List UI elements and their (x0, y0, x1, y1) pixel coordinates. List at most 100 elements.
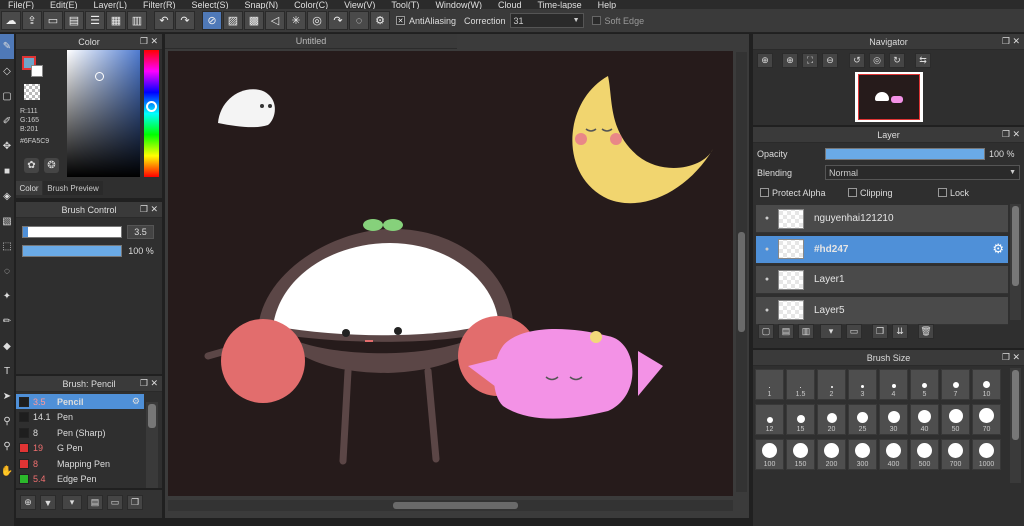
brush-size-preset[interactable]: 4 (879, 369, 908, 400)
brush-size-preset[interactable]: 300 (848, 439, 877, 470)
brush-size-preset[interactable]: 200 (817, 439, 846, 470)
pen-tool-icon[interactable]: ✎ (0, 34, 14, 59)
menu-item[interactable]: Cloud (490, 1, 530, 10)
brush-size-preset[interactable]: 20 (817, 404, 846, 435)
folder-icon[interactable]: ▭ (43, 11, 63, 30)
settings-panel-icon[interactable]: ▥ (127, 11, 147, 30)
brush-size-preset[interactable]: 30 (879, 404, 908, 435)
brush-size-scrollbar[interactable] (1010, 368, 1021, 483)
new-layer-icon[interactable]: ▢ (758, 324, 774, 339)
menu-item[interactable]: Window(W) (427, 1, 490, 10)
brush-size-preset[interactable]: 25 (848, 404, 877, 435)
panel-close-icon[interactable]: ❐ ✕ (140, 204, 158, 215)
rotate-right-icon[interactable]: ↻ (889, 53, 905, 68)
brush-size-preset[interactable]: 70 (972, 404, 1001, 435)
layer-row[interactable]: ● Layer5 (756, 296, 1008, 325)
brush-settings-icon[interactable]: ⚙ (132, 396, 140, 407)
brush-list-item[interactable]: 3.5 Pencil ⚙ (16, 394, 144, 409)
zoom-out-icon[interactable]: ⊖ (822, 53, 838, 68)
canvas-tab[interactable]: Untitled (165, 34, 457, 49)
panel-close-icon[interactable]: ❐ ✕ (140, 378, 158, 389)
snap-curve-icon[interactable]: ↷ (328, 11, 348, 30)
redo-icon[interactable]: ↷ (175, 11, 195, 30)
brush-size-value[interactable]: 3.5 (127, 225, 154, 239)
select-pen-icon[interactable]: ✏ (0, 309, 14, 334)
sub-color-swatch[interactable] (31, 65, 43, 77)
merge-layer-icon[interactable]: ⇊ (892, 324, 908, 339)
brush-size-preset[interactable]: 7 (941, 369, 970, 400)
brush-size-preset[interactable]: 3 (848, 369, 877, 400)
snap-ellipse-icon[interactable]: ◌ (349, 11, 369, 30)
menu-item[interactable]: Help (590, 1, 625, 10)
layer-list-scrollbar[interactable] (1010, 204, 1021, 320)
brush-list-item[interactable]: 19 G Pen (16, 441, 144, 456)
brush-list-item[interactable]: 14.1 Pen (16, 410, 144, 425)
layer-settings-icon[interactable]: ⚙ (992, 241, 1004, 257)
brush-size-preset[interactable]: 2 (817, 369, 846, 400)
layer-menu-icon[interactable]: ▾ (820, 324, 842, 339)
layer-visibility-icon[interactable]: ● (756, 307, 778, 314)
rotate-left-icon[interactable]: ↺ (849, 53, 865, 68)
menu-item[interactable]: Snap(N) (237, 1, 287, 10)
brush-group-icon[interactable]: ▭ (107, 495, 123, 510)
canvas-vertical-scrollbar[interactable] (736, 52, 747, 492)
color-mix-icon[interactable]: ❂ (44, 158, 59, 173)
lasso-rect-icon[interactable]: ⬚ (0, 234, 14, 259)
menu-item[interactable]: File(F) (0, 1, 42, 10)
menu-item[interactable]: Tool(T) (383, 1, 427, 10)
brush-size-preset[interactable]: 150 (786, 439, 815, 470)
zoom-in-icon[interactable]: ⊕ (757, 53, 773, 68)
fill-rect-icon[interactable]: ■ (0, 159, 14, 184)
save-icon[interactable]: ⇪ (22, 11, 42, 30)
new-1bit-layer-icon[interactable]: ▥ (798, 324, 814, 339)
select-eraser-icon[interactable]: ◆ (0, 334, 14, 359)
layer-row[interactable]: ● #hd247 ⚙ (756, 235, 1008, 264)
panel-close-icon[interactable]: ❐ ✕ (1002, 129, 1020, 140)
transparent-swatch[interactable] (24, 84, 40, 100)
panel-close-icon[interactable]: ❐ ✕ (140, 36, 158, 47)
layer-visibility-icon[interactable]: ● (756, 215, 778, 222)
antialiasing-checkbox[interactable]: ✕ (396, 16, 405, 25)
menu-item[interactable]: Select(S) (184, 1, 237, 10)
flip-icon[interactable]: ⇆ (915, 53, 931, 68)
brush-size-preset[interactable]: 700 (941, 439, 970, 470)
eraser-tool-icon[interactable]: ◇ (0, 59, 14, 84)
canvas-horizontal-scrollbar[interactable] (168, 500, 733, 511)
gradient-icon[interactable]: ▧ (0, 209, 14, 234)
brush-size-preset[interactable]: 100 (755, 439, 784, 470)
protect-alpha-checkbox[interactable] (760, 188, 769, 197)
brush-size-preset[interactable]: 1000 (972, 439, 1001, 470)
blending-select[interactable]: Normal ▼ (825, 165, 1020, 180)
menu-item[interactable]: Time-lapse (529, 1, 589, 10)
layer-opacity-slider[interactable] (825, 148, 985, 160)
undo-icon[interactable]: ↶ (154, 11, 174, 30)
brush-size-preset[interactable]: 12 (755, 404, 784, 435)
hue-slider[interactable] (144, 50, 159, 177)
new-halftone-layer-icon[interactable]: ▤ (778, 324, 794, 339)
rotate-reset-icon[interactable]: ◎ (869, 53, 885, 68)
layer-row[interactable]: ● nguyenhai121210 (756, 205, 1008, 233)
brush-list-item[interactable]: 5.4 Edge Pen (16, 472, 144, 487)
brush-size-preset[interactable]: 1 (755, 369, 784, 400)
brush-doc-icon[interactable]: ▤ (87, 495, 103, 510)
correction-select[interactable]: 31 ▼ (509, 13, 584, 28)
magic-wand-icon[interactable]: ✦ (0, 284, 14, 309)
saturation-value-picker[interactable] (67, 50, 140, 177)
snap-vanish-icon[interactable]: ◁ (265, 11, 285, 30)
eyedropper-alt-icon[interactable]: ⚲ (0, 434, 14, 459)
menu-item[interactable]: Edit(E) (42, 1, 86, 10)
menu-item[interactable]: Filter(R) (135, 1, 184, 10)
select-rect-icon[interactable]: ▢ (0, 84, 14, 109)
hand-tool-icon[interactable]: ✋ (0, 459, 14, 484)
brush-size-preset[interactable]: 500 (910, 439, 939, 470)
cloud-icon[interactable]: ☁ (1, 11, 21, 30)
brush-list-scrollbar[interactable] (146, 402, 158, 488)
snap-radial-icon[interactable]: ✳ (286, 11, 306, 30)
add-brush-icon[interactable]: ⊕ (20, 495, 36, 510)
brush-size-slider[interactable] (22, 226, 122, 238)
zoom-in-alt-icon[interactable]: ⊕ (782, 53, 798, 68)
menu-item[interactable]: Layer(L) (86, 1, 136, 10)
brush-size-preset[interactable]: 50 (941, 404, 970, 435)
grid-panel-icon[interactable]: ▦ (106, 11, 126, 30)
layer-folder-icon[interactable]: ▭ (846, 324, 862, 339)
